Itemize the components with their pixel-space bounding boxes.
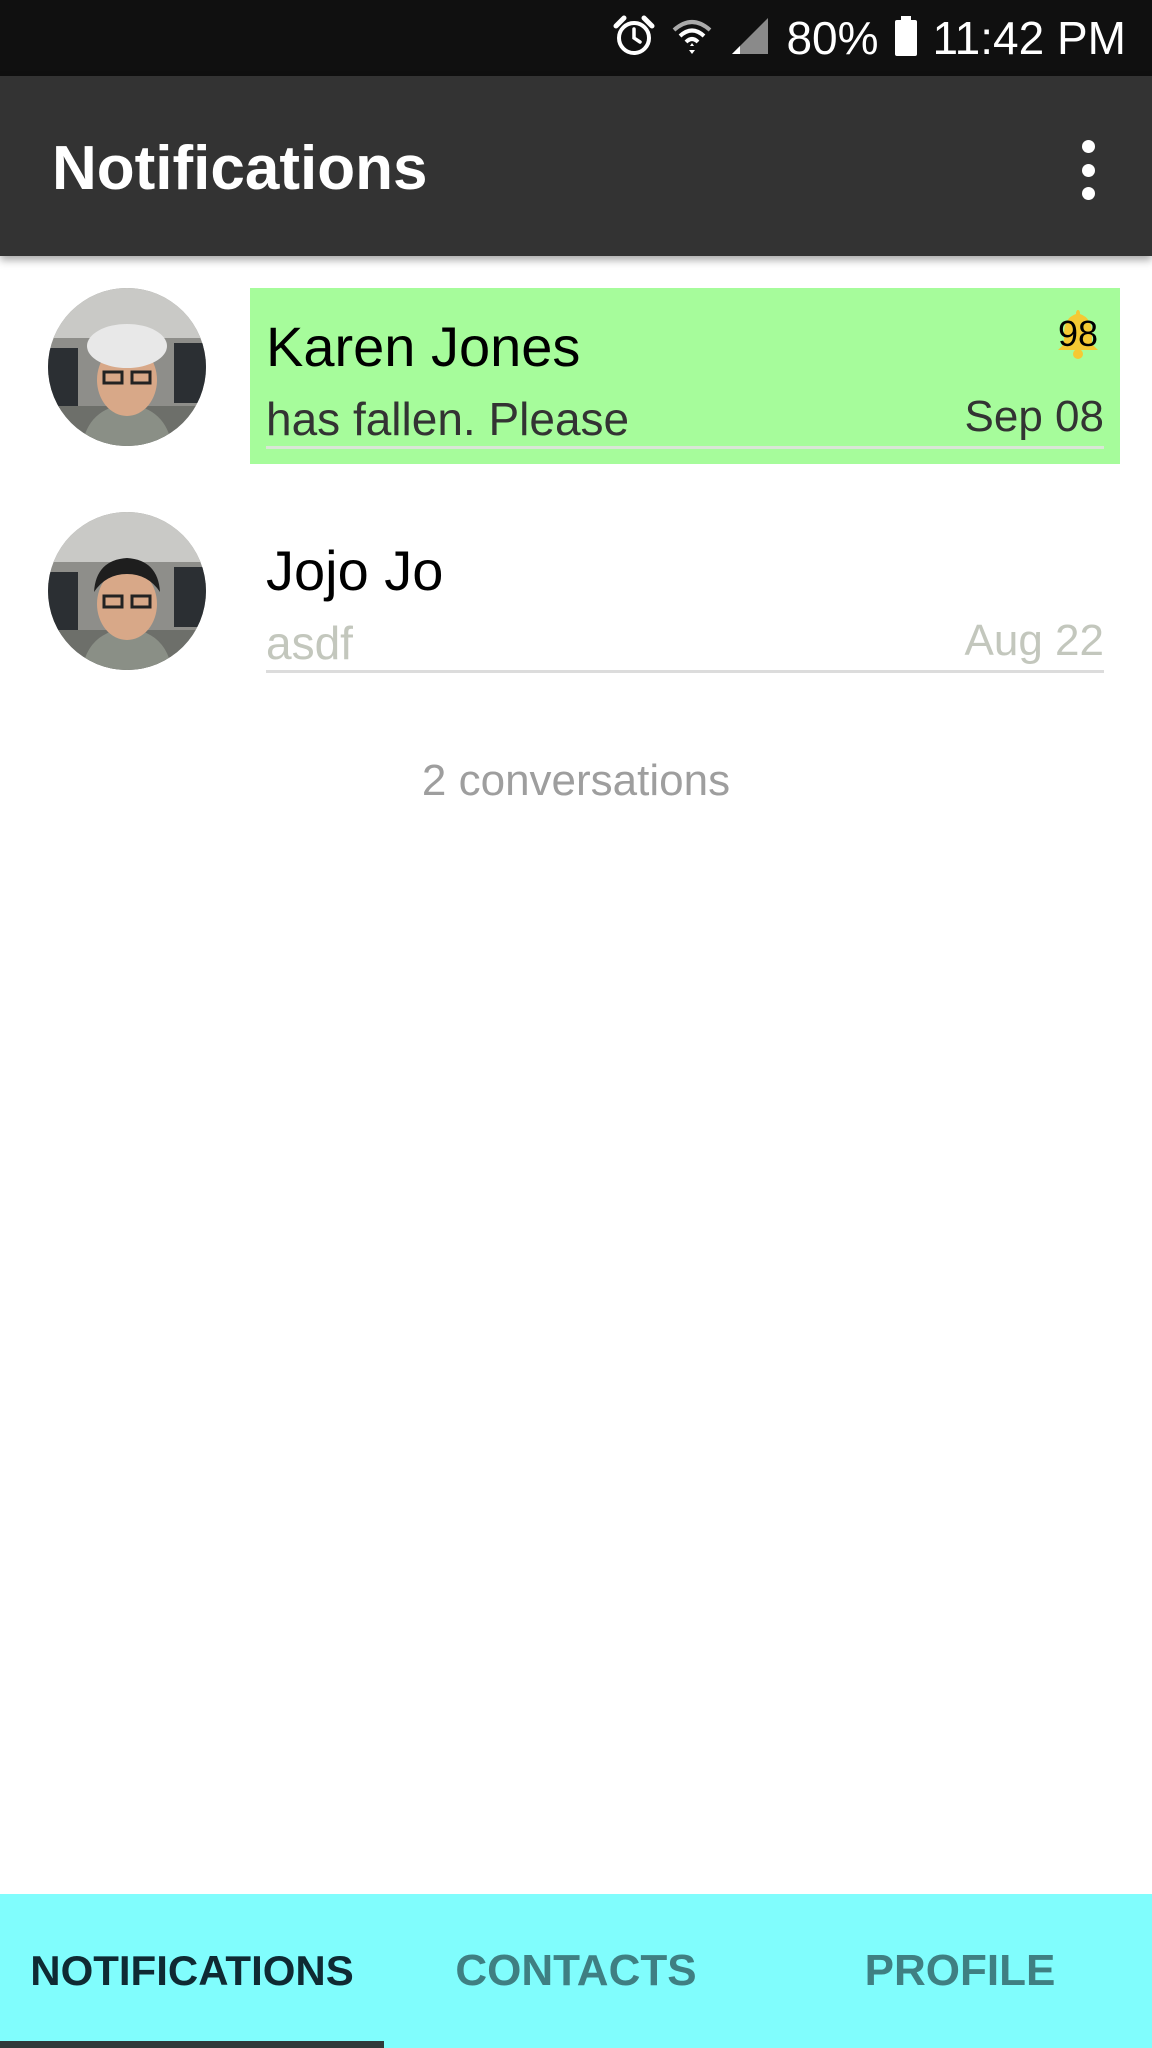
clock: 11:42 PM (932, 12, 1126, 64)
active-tab-indicator (0, 2041, 384, 2048)
battery-percent: 80% (786, 12, 879, 64)
message-preview: asdf (266, 617, 353, 669)
message-date: Sep 08 (964, 392, 1104, 441)
conversation-item[interactable]: Karen Jones has fallen. Please Sep 08 98 (0, 278, 1152, 502)
wifi-icon (670, 14, 714, 63)
more-vert-icon[interactable] (1068, 140, 1108, 200)
app-bar: Notifications (0, 76, 1152, 256)
avatar (48, 288, 206, 446)
tab-label: PROFILE (864, 1946, 1056, 1995)
battery-icon (893, 14, 919, 63)
contact-name: Jojo Jo (266, 539, 444, 602)
divider (266, 670, 1104, 673)
contact-name: Karen Jones (266, 315, 581, 378)
alarm-icon (612, 14, 656, 63)
tab-notifications[interactable]: NOTIFICATIONS (0, 1894, 384, 2048)
tab-label: CONTACTS (455, 1946, 697, 1995)
status-bar: 80% 11:42 PM (0, 0, 1152, 76)
conversation-content[interactable]: Karen Jones has fallen. Please Sep 08 98 (250, 288, 1120, 464)
status-icons: 80% 11:42 PM (612, 0, 1126, 76)
conversation-count: 2 conversations (421, 756, 731, 805)
signal-icon (728, 14, 772, 63)
conversation-item[interactable]: Jojo Jo asdf Aug 22 (0, 502, 1152, 726)
page-title: Notifications (52, 134, 428, 203)
message-preview: has fallen. Please (266, 393, 630, 445)
message-date: Aug 22 (964, 616, 1104, 665)
unread-badge: 98 (1050, 304, 1106, 360)
conversation-content[interactable]: Jojo Jo asdf Aug 22 (250, 512, 1120, 688)
divider (266, 446, 1104, 449)
tab-contacts[interactable]: CONTACTS (384, 1894, 768, 2048)
tab-profile[interactable]: PROFILE (768, 1894, 1152, 2048)
tab-label: NOTIFICATIONS (30, 1947, 354, 1994)
bottom-tab-bar: NOTIFICATIONS CONTACTS PROFILE (0, 1894, 1152, 2048)
avatar (48, 512, 206, 670)
unread-count: 98 (1057, 313, 1099, 354)
